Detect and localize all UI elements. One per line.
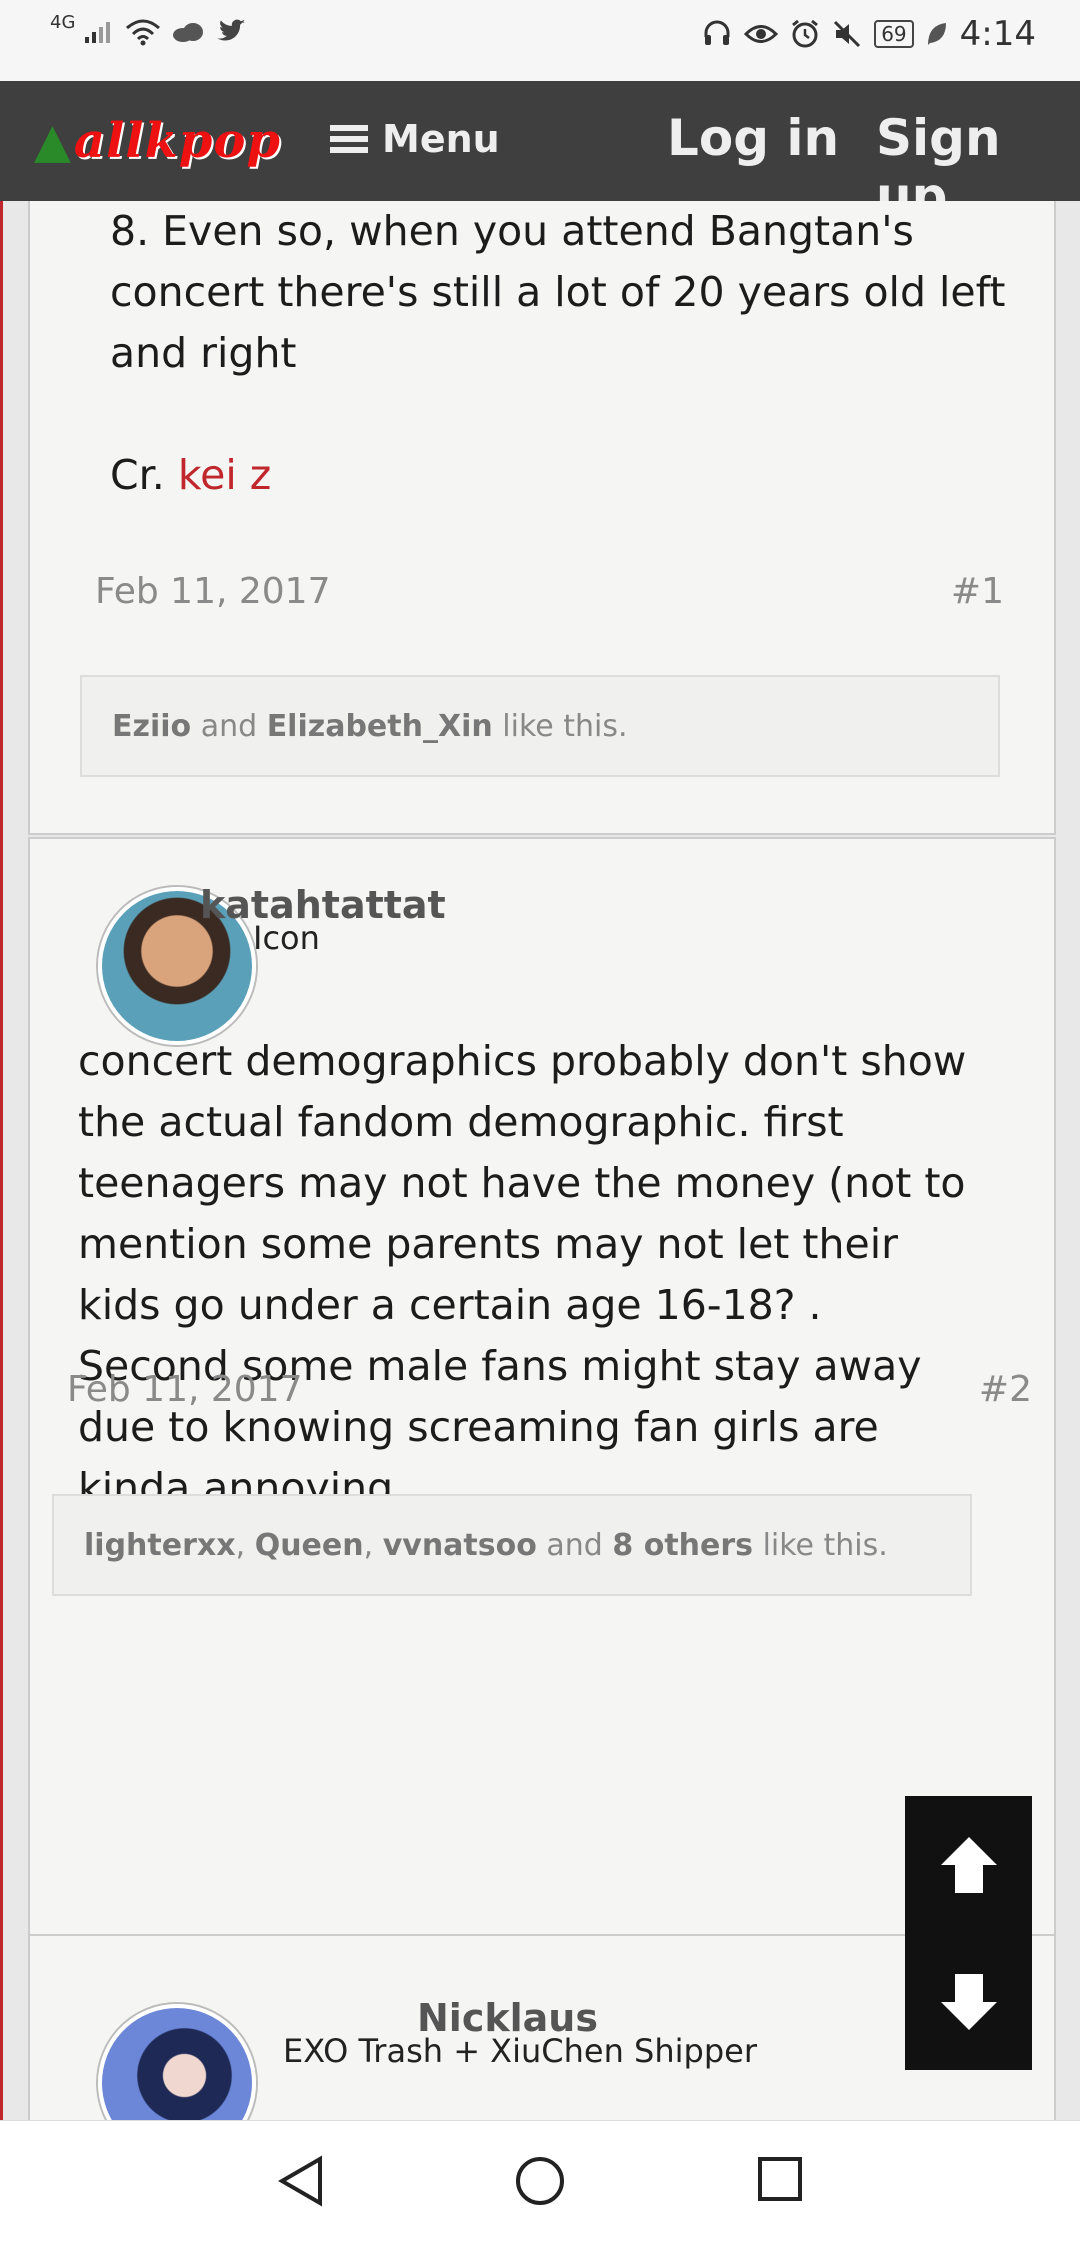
home-icon[interactable]	[514, 2155, 566, 2207]
likes-connector: and	[200, 709, 258, 744]
post-1: 8. Even so, when you attend Bangtan's co…	[28, 201, 1056, 835]
alarm-icon	[790, 19, 820, 49]
likes-bar: Eziio and Elizabeth_Xin like this.	[80, 675, 1000, 777]
user-title: Icon	[253, 919, 320, 957]
battery-icon: 69	[874, 20, 914, 48]
left-accent-rail	[0, 201, 3, 2120]
like-user[interactable]: Queen	[255, 1528, 364, 1563]
hamburger-icon	[330, 120, 368, 158]
status-bar: 4G 69 4:14	[0, 0, 1080, 81]
post-date[interactable]: Feb 11, 2017	[95, 571, 331, 612]
status-right: 69 4:14	[702, 14, 1036, 54]
likes-connector: and	[546, 1528, 603, 1563]
twitter-icon	[215, 19, 247, 45]
post-number[interactable]: #1	[951, 571, 1004, 612]
credit-link[interactable]: kei z	[178, 451, 271, 499]
menu-button[interactable]: Menu	[330, 117, 500, 161]
headset-icon	[702, 19, 732, 49]
status-left: 4G	[50, 12, 247, 46]
back-icon[interactable]	[276, 2155, 326, 2207]
android-nav-bar	[0, 2120, 1080, 2241]
likes-suffix: like this.	[502, 709, 628, 744]
like-user[interactable]: vvnatsoo	[383, 1528, 537, 1563]
arrow-down-icon	[940, 1973, 997, 2030]
menu-label: Menu	[382, 117, 500, 161]
mute-icon	[832, 19, 862, 49]
likes-sep: ,	[363, 1528, 374, 1563]
like-user[interactable]: Eziio	[112, 709, 191, 744]
site-header: ▲allkpop Menu Log in Sign up	[0, 81, 1080, 225]
like-user[interactable]: lighterxx	[84, 1528, 236, 1563]
post-number[interactable]: #2	[979, 1369, 1032, 1410]
username[interactable]: katahtattat	[200, 883, 446, 927]
post-date[interactable]: Feb 11, 2017	[67, 1369, 303, 1410]
post-line: and right	[110, 329, 297, 377]
post-body: concert demographics probably don't show…	[78, 1037, 967, 1512]
likes-sep: ,	[235, 1528, 246, 1563]
wifi-icon	[125, 18, 161, 46]
logo-text: allkpop	[73, 113, 281, 169]
scroll-down-button[interactable]	[905, 1933, 1032, 2070]
avatar[interactable]	[98, 2004, 256, 2120]
post-3: Nicklaus EXO Trash + XiuChen Shipper	[28, 1934, 1056, 2120]
post-body: 8. Even so, when you attend Bangtan's co…	[110, 201, 1010, 506]
credit-line: Cr. kei z	[110, 445, 1010, 506]
clock-time: 4:14	[959, 14, 1036, 54]
credit-prefix: Cr.	[110, 451, 165, 499]
scroll-up-button[interactable]	[905, 1796, 1032, 1933]
post-2: katahtattat Icon concert demographics pr…	[28, 837, 1056, 1957]
signal-icon	[85, 19, 115, 45]
likes-bar: lighterxx, Queen, vvnatsoo and 8 others …	[52, 1494, 972, 1596]
leaf-icon	[926, 21, 948, 47]
tree-icon: ▲	[34, 113, 72, 169]
user-title: EXO Trash + XiuChen Shipper	[283, 2032, 757, 2070]
likes-suffix: like this.	[762, 1528, 888, 1563]
eye-icon	[744, 21, 779, 47]
like-user[interactable]: Elizabeth_Xin	[267, 709, 493, 744]
arrow-up-icon	[940, 1836, 997, 1893]
likes-others-link[interactable]: 8 others	[612, 1528, 753, 1563]
cloud-icon	[171, 21, 205, 43]
network-type: 4G	[50, 11, 76, 33]
login-link[interactable]: Log in	[667, 109, 839, 167]
recents-icon[interactable]	[756, 2155, 804, 2203]
post-line: 8. Even so, when you attend Bangtan's	[110, 207, 914, 255]
site-logo[interactable]: ▲allkpop	[34, 113, 281, 169]
scroll-controls	[905, 1796, 1032, 2070]
post-line: concert there's still a lot of 20 years …	[110, 268, 1006, 316]
